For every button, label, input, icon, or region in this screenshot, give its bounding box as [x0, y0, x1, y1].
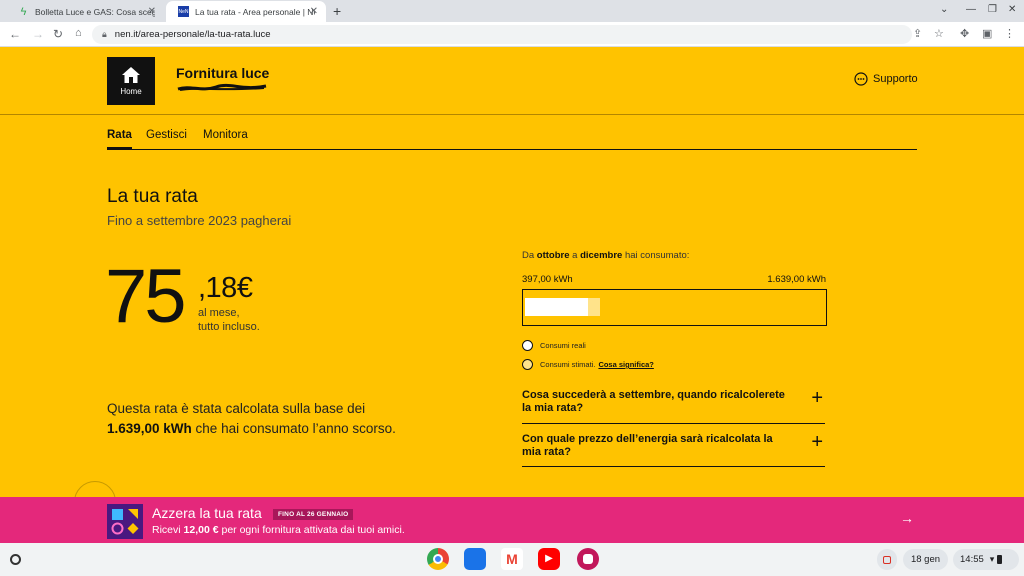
- address-bar-row: ← → ↻ ⌂ 🔒︎ nen.it/area-personale/la-tua-…: [0, 22, 1024, 47]
- period-pre: Da: [522, 250, 537, 261]
- lock-icon: 🔒︎: [102, 29, 107, 39]
- battery-icon: [997, 555, 1003, 564]
- arrow-right-icon[interactable]: →: [900, 510, 914, 526]
- launcher-icon[interactable]: [10, 554, 21, 565]
- date-pill[interactable]: 18 gen: [903, 549, 948, 570]
- period-from: ottobre: [536, 250, 570, 261]
- legend-real: Consumi reali: [522, 340, 586, 351]
- tab-bolletta[interactable]: ϟ Bolletta Luce e GAS: Cosa scegl... ✕: [6, 1, 164, 22]
- promo-text-post: per ogni fornitura attivata dai tuoi ami…: [218, 524, 405, 536]
- included-label: tutto incluso.: [198, 321, 260, 333]
- page-title: La tua rata: [107, 186, 198, 207]
- plus-icon[interactable]: +: [811, 431, 823, 454]
- tab-title: La tua rata - Area personale | Ne...: [195, 6, 315, 17]
- promo-shapes-icon: [107, 504, 143, 539]
- screen-capture-icon[interactable]: [877, 549, 897, 570]
- youtube-icon[interactable]: ▶: [538, 548, 560, 570]
- bolt-icon: ϟ: [20, 5, 27, 18]
- period-post: hai consumato:: [622, 250, 690, 261]
- promo-deadline-badge: FINO AL 26 GENNAIO: [273, 509, 354, 520]
- para-kwh: 1.639,00 kWh: [107, 421, 192, 436]
- faq-question: Con quale prezzo dell’energia sarà rical…: [522, 433, 773, 458]
- home-button[interactable]: Home: [107, 57, 155, 105]
- page-content: Home Fornitura luce Supporto Rata Gestis…: [0, 47, 1024, 523]
- para-text: Questa rata è stata calcolata sulla base…: [107, 401, 366, 416]
- legend-est-label: Consumi stimati.: [540, 360, 596, 369]
- chevron-down-icon[interactable]: ⌄: [940, 4, 948, 15]
- promo-text: Ricevi 12,00 € per ogni fornitura attiva…: [152, 524, 405, 536]
- home-browser-icon[interactable]: ⌂: [75, 27, 82, 39]
- close-window-icon[interactable]: ✕: [1008, 4, 1016, 15]
- support-link[interactable]: Supporto: [854, 72, 918, 86]
- app-icon[interactable]: [577, 548, 599, 570]
- plus-icon[interactable]: +: [811, 387, 823, 410]
- house-icon: [122, 67, 140, 83]
- menu-dots-icon[interactable]: ⋮: [1004, 27, 1015, 40]
- files-icon[interactable]: [464, 548, 486, 570]
- restore-icon[interactable]: ❐: [988, 4, 997, 15]
- extensions-icon[interactable]: ✥: [960, 27, 969, 40]
- close-icon[interactable]: ✕: [310, 6, 318, 17]
- tab-la-tua-rata[interactable]: NeN La tua rata - Area personale | Ne...…: [166, 1, 326, 22]
- wifi-icon: ▾: [989, 554, 995, 564]
- legend-real-label: Consumi reali: [540, 341, 586, 350]
- period-to: dicembre: [580, 250, 623, 261]
- status-tray[interactable]: 14:55 ▾: [953, 549, 1019, 570]
- amount-decimals: ,18€: [198, 272, 253, 304]
- chat-bubble-icon: [854, 72, 868, 86]
- faq-item[interactable]: Con quale prezzo dell’energia sarà rical…: [522, 431, 825, 467]
- side-panel-icon[interactable]: ▣: [982, 27, 992, 40]
- period-mid: a: [569, 250, 581, 261]
- real-consumption-fill: [525, 298, 588, 316]
- total-consumption-value: 1.639,00 kWh: [767, 274, 826, 285]
- promo-text-pre: Ricevi: [152, 524, 184, 536]
- calculation-explanation: Questa rata è stata calcolata sulla base…: [107, 399, 407, 439]
- consumption-period: Da ottobre a dicembre hai consumato:: [522, 250, 689, 261]
- forward-icon[interactable]: →: [32, 27, 44, 41]
- chrome-icon[interactable]: [427, 548, 449, 570]
- radio-circle-icon: [522, 340, 533, 351]
- legend-estimated: Consumi stimati. Cosa significa?: [522, 359, 654, 370]
- amount-integer: 75: [105, 254, 187, 339]
- real-consumption-value: 397,00 kWh: [522, 274, 573, 285]
- share-icon[interactable]: ⇪: [913, 27, 922, 40]
- promo-banner[interactable]: Azzera la tua rata FINO AL 26 GENNAIO Ri…: [0, 497, 1024, 543]
- per-month-label: al mese,: [198, 307, 240, 319]
- url-field[interactable]: 🔒︎ nen.it/area-personale/la-tua-rata.luc…: [92, 25, 912, 44]
- consumption-bar: [522, 289, 827, 326]
- gmail-icon[interactable]: M: [501, 548, 523, 570]
- clock: 14:55: [960, 554, 984, 565]
- url-text: nen.it/area-personale/la-tua-rata.luce: [114, 29, 271, 40]
- back-icon[interactable]: ←: [9, 27, 21, 41]
- os-shelf: M ▶ 18 gen 14:55 ▾: [0, 543, 1024, 576]
- close-icon[interactable]: ✕: [148, 6, 156, 17]
- promo-amount: 12,00 €: [183, 524, 219, 536]
- tab-title: Bolletta Luce e GAS: Cosa scegl...: [35, 6, 155, 17]
- redacted-scribble: [177, 83, 267, 91]
- tab-monitora[interactable]: Monitora: [203, 129, 248, 150]
- page-subtitle: Fino a settembre 2023 pagherai: [107, 213, 292, 228]
- site-header: Home Fornitura luce Supporto: [0, 47, 1024, 115]
- sub-navigation: Rata Gestisci Monitora: [107, 129, 917, 150]
- radio-circle-icon: [522, 359, 533, 370]
- what-does-it-mean-link[interactable]: Cosa significa?: [598, 360, 653, 369]
- new-tab-icon[interactable]: +: [333, 3, 341, 19]
- browser-tab-bar: ϟ Bolletta Luce e GAS: Cosa scegl... ✕ N…: [0, 0, 1024, 22]
- faq-question: Cosa succederà a settembre, quando rical…: [522, 389, 785, 414]
- para-text-end: che hai consumato l’anno scorso.: [191, 421, 396, 436]
- tab-gestisci[interactable]: Gestisci: [146, 129, 187, 150]
- reload-icon[interactable]: ↻: [53, 27, 63, 41]
- faq-item[interactable]: Cosa succederà a settembre, quando rical…: [522, 387, 825, 424]
- amount-note: al mese, tutto incluso.: [198, 306, 260, 334]
- tab-rata[interactable]: Rata: [107, 129, 132, 150]
- estimated-consumption-fill: [588, 298, 600, 316]
- supply-title: Fornitura luce: [176, 65, 270, 81]
- minimize-icon[interactable]: —: [966, 4, 976, 15]
- home-label: Home: [120, 87, 142, 96]
- support-label: Supporto: [873, 73, 918, 85]
- promo-title: Azzera la tua rata: [152, 505, 262, 521]
- star-icon[interactable]: ☆: [934, 27, 944, 40]
- nen-favicon-icon: NeN: [178, 6, 189, 17]
